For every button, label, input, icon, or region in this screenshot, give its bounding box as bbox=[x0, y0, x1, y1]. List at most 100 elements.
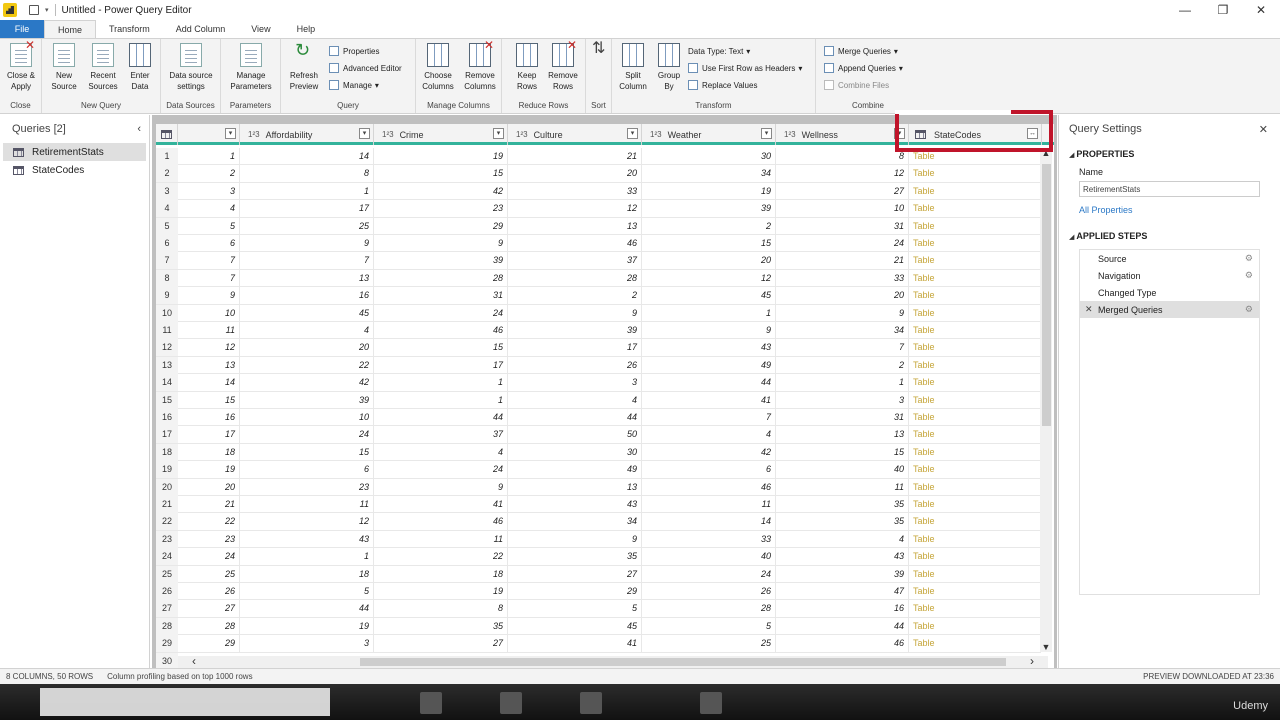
table-cell[interactable]: 15 bbox=[178, 391, 240, 409]
table-cell[interactable]: 12 bbox=[240, 513, 374, 531]
number-type-icon[interactable]: 1²3 bbox=[650, 130, 662, 139]
use-first-row-headers-button[interactable]: Use First Row as Headers ▾ bbox=[688, 61, 802, 75]
row-number[interactable]: 15 bbox=[156, 391, 178, 409]
tab-file[interactable]: File bbox=[0, 20, 44, 38]
table-link-cell[interactable]: Table bbox=[909, 566, 1042, 583]
filter-dropdown-icon[interactable]: ▾ bbox=[761, 128, 772, 139]
column-header-0[interactable]: ▾ bbox=[178, 124, 240, 145]
row-number[interactable]: 16 bbox=[156, 409, 178, 426]
new-source-button[interactable]: New Source bbox=[45, 43, 83, 92]
table-row[interactable]: 29 29 3 27 41 25 46 Table bbox=[156, 635, 1041, 653]
table-link-cell[interactable]: Table bbox=[909, 218, 1042, 235]
table-cell[interactable]: 17 bbox=[240, 200, 374, 218]
gear-icon[interactable]: ⚙ bbox=[1245, 253, 1253, 264]
table-cell[interactable]: 4 bbox=[240, 322, 374, 339]
table-cell[interactable]: 30 bbox=[642, 148, 776, 165]
table-cell[interactable]: 42 bbox=[642, 443, 776, 461]
table-cell[interactable]: 12 bbox=[776, 165, 909, 183]
number-type-icon[interactable]: 1²3 bbox=[382, 130, 394, 139]
table-cell[interactable]: 34 bbox=[776, 322, 909, 339]
manage-parameters-button[interactable]: Manage Parameters bbox=[224, 43, 278, 92]
table-cell[interactable]: 14 bbox=[178, 374, 240, 392]
table-cell[interactable]: 23 bbox=[240, 478, 374, 496]
table-cell[interactable]: 19 bbox=[374, 583, 508, 600]
combine-files-button[interactable]: Combine Files bbox=[824, 78, 889, 92]
table-row[interactable]: 9 9 16 31 2 45 20 Table bbox=[156, 287, 1041, 305]
table-cell[interactable]: 9 bbox=[240, 235, 374, 252]
row-number[interactable]: 24 bbox=[156, 548, 178, 566]
table-link-cell[interactable]: Table bbox=[909, 270, 1042, 287]
query-item-statecodes[interactable]: StateCodes bbox=[3, 161, 146, 179]
table-cell[interactable]: 28 bbox=[508, 269, 642, 287]
table-row[interactable]: 6 6 9 9 46 15 24 Table bbox=[156, 235, 1041, 253]
table-cell[interactable]: 17 bbox=[374, 356, 508, 374]
table-cell[interactable]: 24 bbox=[240, 426, 374, 444]
table-cell[interactable]: 17 bbox=[508, 339, 642, 357]
row-number[interactable]: 26 bbox=[156, 583, 178, 600]
table-link-cell[interactable]: Table bbox=[909, 496, 1042, 513]
table-row[interactable]: 5 5 25 29 13 2 31 Table bbox=[156, 217, 1042, 235]
table-cell[interactable]: 6 bbox=[178, 235, 240, 252]
table-cell[interactable]: 1 bbox=[374, 391, 508, 409]
table-cell[interactable]: 2 bbox=[642, 217, 776, 235]
table-link-cell[interactable]: Table bbox=[909, 426, 1042, 443]
table-row[interactable]: 17 17 24 37 50 4 13 Table bbox=[156, 426, 1042, 444]
close-apply-button[interactable]: Close & Apply bbox=[2, 40, 40, 92]
table-link-cell[interactable]: Table bbox=[909, 322, 1042, 339]
table-link-cell[interactable]: Table bbox=[909, 339, 1042, 356]
table-cell[interactable]: 9 bbox=[508, 530, 642, 548]
table-link-cell[interactable]: Table bbox=[909, 252, 1042, 269]
table-cell[interactable]: 1 bbox=[240, 548, 374, 566]
table-link-cell[interactable]: Table bbox=[909, 357, 1042, 374]
table-cell[interactable]: 7 bbox=[776, 339, 909, 357]
table-link-cell[interactable]: Table bbox=[909, 479, 1042, 496]
table-cell[interactable]: 7 bbox=[178, 252, 240, 270]
table-cell[interactable]: 45 bbox=[508, 617, 642, 635]
table-link-cell[interactable]: Table bbox=[909, 600, 1042, 617]
applied-steps-heading[interactable]: APPLIED STEPS bbox=[1069, 231, 1280, 241]
table-cell[interactable]: 44 bbox=[374, 409, 508, 426]
row-number[interactable]: 1 bbox=[156, 148, 178, 165]
table-cell[interactable]: 45 bbox=[240, 304, 374, 322]
table-cell[interactable]: 25 bbox=[178, 565, 240, 583]
row-number[interactable]: 18 bbox=[156, 443, 178, 461]
table-cell[interactable]: 12 bbox=[178, 339, 240, 357]
table-cell[interactable]: 12 bbox=[508, 200, 642, 218]
table-cell[interactable]: 46 bbox=[642, 478, 776, 496]
taskbar-app-icon[interactable] bbox=[700, 692, 722, 714]
properties-heading[interactable]: PROPERTIES bbox=[1069, 149, 1280, 159]
gear-icon[interactable]: ⚙ bbox=[1245, 304, 1253, 315]
table-cell[interactable]: 34 bbox=[508, 513, 642, 531]
table-link-cell[interactable]: Table bbox=[909, 583, 1042, 600]
table-cell[interactable]: 24 bbox=[178, 548, 240, 566]
table-cell[interactable]: 3 bbox=[508, 374, 642, 392]
minimize-button[interactable]: — bbox=[1166, 0, 1204, 20]
table-link-cell[interactable]: Table bbox=[909, 374, 1042, 391]
row-number[interactable]: 4 bbox=[156, 200, 178, 218]
filter-dropdown-icon[interactable]: ▾ bbox=[359, 128, 370, 139]
table-cell[interactable]: 49 bbox=[508, 461, 642, 479]
split-column-button[interactable]: Split Column bbox=[614, 43, 652, 92]
table-link-cell[interactable]: Table bbox=[909, 513, 1042, 530]
number-type-icon[interactable]: 1²3 bbox=[784, 130, 796, 139]
table-row[interactable]: 12 12 20 15 17 43 7 Table bbox=[156, 339, 1042, 357]
table-row[interactable]: 11 11 4 46 39 9 34 Table bbox=[156, 322, 1042, 340]
table-cell[interactable]: 33 bbox=[642, 530, 776, 548]
step-navigation[interactable]: Navigation ⚙ bbox=[1080, 267, 1259, 284]
table-cell[interactable]: 18 bbox=[374, 565, 508, 583]
table-cell[interactable]: 41 bbox=[642, 391, 776, 409]
table-cell[interactable]: 13 bbox=[508, 478, 642, 496]
table-cell[interactable]: 42 bbox=[374, 182, 508, 200]
table-cell[interactable]: 28 bbox=[374, 269, 508, 287]
save-icon[interactable] bbox=[29, 5, 39, 15]
tab-help[interactable]: Help bbox=[284, 20, 329, 38]
table-cell[interactable]: 21 bbox=[178, 496, 240, 513]
table-cell[interactable]: 30 bbox=[508, 443, 642, 461]
table-cell[interactable]: 43 bbox=[240, 530, 374, 548]
table-cell[interactable]: 4 bbox=[178, 200, 240, 218]
query-item-retirementstats[interactable]: RetirementStats bbox=[3, 143, 146, 161]
scroll-left-icon[interactable]: ‹ bbox=[192, 654, 196, 668]
close-window-button[interactable]: ✕ bbox=[1242, 0, 1280, 20]
properties-button[interactable]: Properties bbox=[329, 44, 379, 58]
table-cell[interactable]: 7 bbox=[642, 409, 776, 426]
